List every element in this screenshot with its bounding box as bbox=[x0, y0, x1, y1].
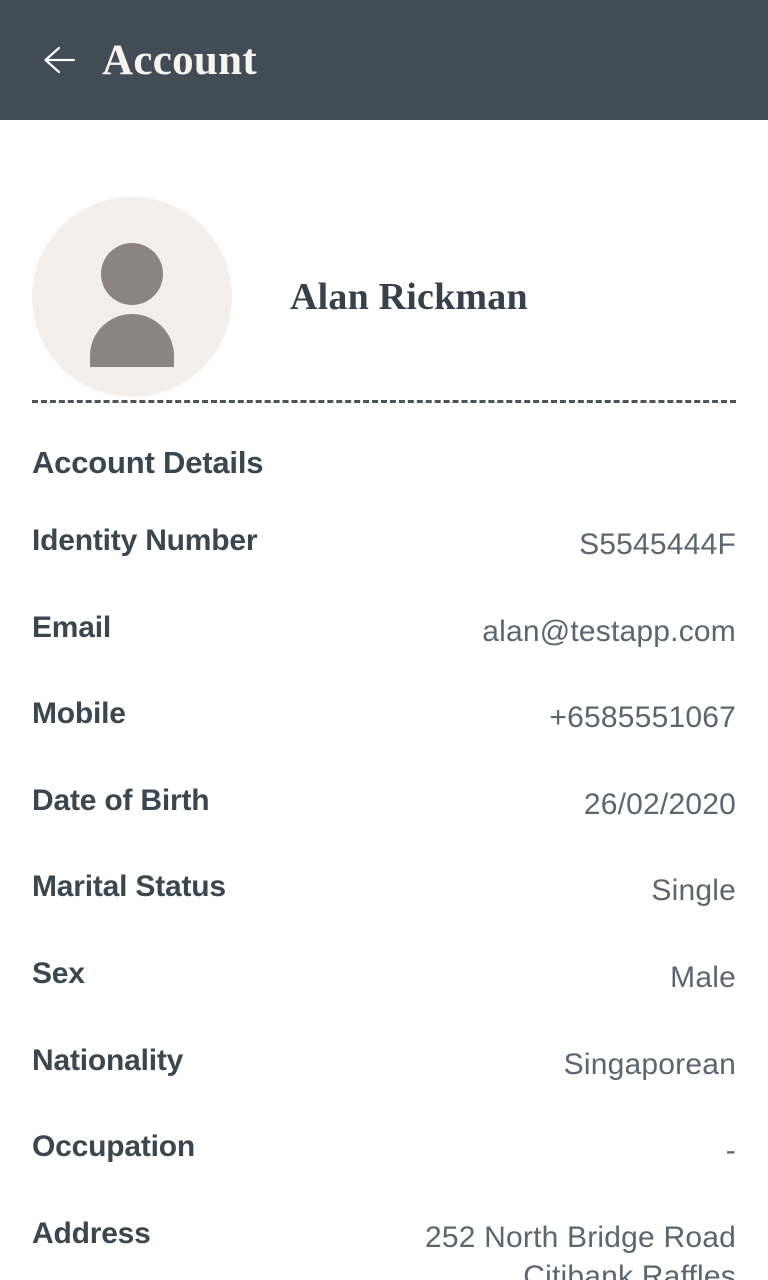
detail-value: Single bbox=[651, 874, 736, 908]
divider-container bbox=[0, 400, 768, 403]
avatar-head-shape bbox=[101, 242, 163, 305]
detail-label: Occupation bbox=[32, 1130, 196, 1164]
detail-row-mobile: Mobile +6585551067 bbox=[32, 697, 736, 738]
detail-label: Address bbox=[32, 1216, 151, 1250]
detail-row-marital-status: Marital Status Single bbox=[32, 870, 736, 911]
profile-header: Alan Rickman bbox=[0, 120, 768, 400]
avatar-body-shape bbox=[90, 313, 174, 367]
detail-row-address: Address 252 North Bridge Road Citibank R… bbox=[32, 1216, 736, 1280]
detail-label: Email bbox=[32, 610, 112, 644]
detail-row-sex: Sex Male bbox=[32, 956, 736, 998]
section-title: Account Details bbox=[32, 445, 264, 480]
detail-label: Sex bbox=[32, 956, 85, 990]
detail-label: Date of Birth bbox=[32, 783, 210, 817]
detail-label: Marital Status bbox=[32, 870, 226, 904]
detail-row-nationality: Nationality Singaporean bbox=[32, 1043, 736, 1085]
detail-value: alan@testapp.com bbox=[482, 614, 736, 648]
detail-value: S5545444F bbox=[579, 528, 736, 561]
profile-name: Alan Rickman bbox=[290, 275, 528, 318]
dashed-divider bbox=[32, 400, 736, 403]
account-details-section: Account Details Identity Number S5545444… bbox=[0, 447, 768, 1280]
detail-value: +6585551067 bbox=[549, 701, 736, 735]
avatar bbox=[32, 196, 232, 397]
detail-value: Singaporean bbox=[563, 1047, 736, 1081]
detail-row-occupation: Occupation - bbox=[32, 1130, 736, 1171]
page-title: Account bbox=[102, 36, 257, 84]
detail-label: Nationality bbox=[32, 1043, 184, 1077]
detail-value: 252 North Bridge Road Citibank Raffles bbox=[424, 1220, 736, 1280]
app-bar: Account bbox=[0, 0, 768, 120]
arrow-left-icon[interactable] bbox=[38, 39, 80, 81]
detail-row-identity-number: Identity Number S5545444F bbox=[32, 524, 736, 565]
detail-value: Male bbox=[670, 960, 736, 994]
detail-label: Mobile bbox=[32, 697, 126, 731]
detail-value: - bbox=[725, 1134, 736, 1168]
detail-value: 26/02/2020 bbox=[583, 787, 736, 821]
detail-row-email: Email alan@testapp.com bbox=[32, 610, 736, 652]
detail-label: Identity Number bbox=[32, 524, 258, 557]
detail-row-date-of-birth: Date of Birth 26/02/2020 bbox=[32, 783, 736, 825]
